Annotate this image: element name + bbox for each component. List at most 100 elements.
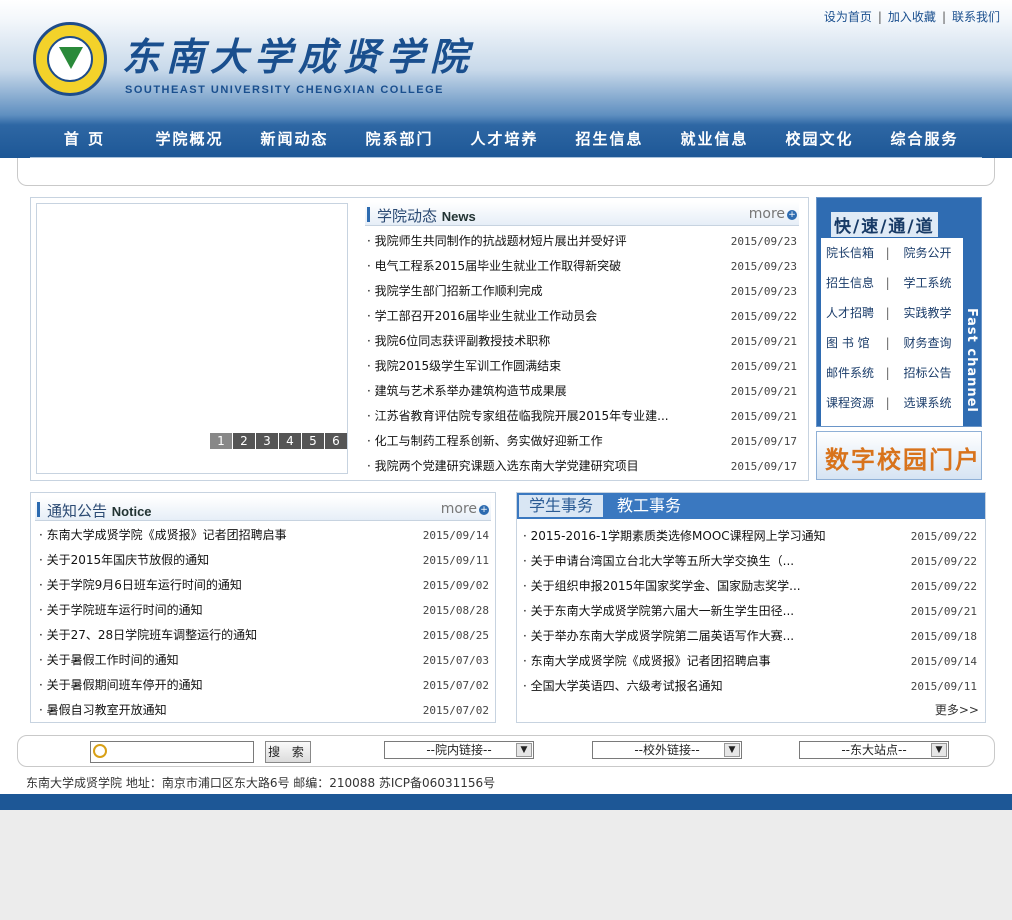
slide-page-1[interactable]: 1 — [209, 433, 232, 449]
university-seal-logo — [33, 22, 107, 96]
fast-link-course-select[interactable]: 选课系统 — [903, 388, 963, 418]
nav-education[interactable]: 人才培养 — [452, 124, 557, 157]
news-title: 学院动态 News — [377, 207, 476, 225]
fast-link-courses[interactable]: 课程资源 — [826, 388, 886, 418]
notice-list: · 东南大学成贤学院《成贤报》记者团招聘启事 2015/09/14 · 关于201… — [39, 523, 489, 723]
nav-home[interactable]: 首 页 — [32, 124, 137, 157]
news-header: 学院动态 News more + — [365, 202, 799, 226]
news-more-link[interactable]: more — [749, 206, 785, 222]
add-favorite-link[interactable]: 加入收藏 — [888, 10, 936, 24]
fast-link-practice-teaching[interactable]: 实践教学 — [903, 298, 963, 328]
fast-link-finance[interactable]: 财务查询 — [903, 328, 963, 358]
affairs-panel: 学生事务 教工事务 · 2015-2016-1学期素质类选修MOOC课程网上学习… — [516, 492, 986, 723]
list-item[interactable]: · 我院6位同志获评副教授技术职称 2015/09/21 — [367, 329, 797, 354]
banner-bar — [17, 158, 995, 186]
search-bar: 搜 索 --院内链接-- ▼ --校外链接-- ▼ --东大站点-- ▼ — [17, 735, 995, 767]
list-item[interactable]: · 关于2015年国庆节放假的通知 2015/09/11 — [39, 548, 489, 573]
affairs-list: · 2015-2016-1学期素质类选修MOOC课程网上学习通知 2015/09/… — [523, 524, 977, 699]
list-item[interactable]: · 我院2015级学生军训工作圆满结束 2015/09/21 — [367, 354, 797, 379]
list-item[interactable]: · 关于暑假期间班车停开的通知 2015/07/02 — [39, 673, 489, 698]
tab-staff-affairs[interactable]: 教工事务 — [607, 495, 692, 517]
nav-services[interactable]: 综合服务 — [872, 124, 977, 157]
fast-channel-side-label: Fast channel — [964, 308, 979, 413]
fast-row: 院长信箱 | 院务公开 — [821, 238, 963, 268]
notice-header: 通知公告 Notice more + — [35, 497, 491, 521]
nav-campus-culture[interactable]: 校园文化 — [767, 124, 872, 157]
list-item[interactable]: · 化工与制药工程系创新、务实做好迎新工作 2015/09/17 — [367, 429, 797, 454]
list-item[interactable]: · 东南大学成贤学院《成贤报》记者团招聘启事 2015/09/14 — [39, 523, 489, 548]
list-item[interactable]: · 学工部召开2016届毕业生就业工作动员会 2015/09/22 — [367, 304, 797, 329]
fast-link-recruitment[interactable]: 人才招聘 — [826, 298, 886, 328]
list-item[interactable]: · 全国大学英语四、六级考试报名通知 2015/09/11 — [523, 674, 977, 699]
fast-link-library[interactable]: 图 书 馆 — [826, 328, 886, 358]
college-name-english: SOUTHEAST UNIVERSITY CHENGXIAN COLLEGE — [125, 84, 444, 96]
contact-us-link[interactable]: 联系我们 — [952, 10, 1000, 24]
fast-channel-links: 院长信箱 | 院务公开 招生信息 | 学工系统 人才招聘 | 实践教学 图 书 馆 | 财务查询… — [821, 238, 963, 426]
nav-news[interactable]: 新闻动态 — [242, 124, 347, 157]
nav-employment[interactable]: 就业信息 — [662, 124, 767, 157]
list-item[interactable]: · 我院师生共同制作的抗战题材短片展出并受好评 2015/09/23 — [367, 229, 797, 254]
slide-page-4[interactable]: 4 — [278, 433, 301, 449]
main-nav: 首 页 学院概况 新闻动态 院系部门 人才培养 招生信息 就业信息 校园文化 综… — [32, 124, 980, 157]
footer-info: 东南大学成贤学院 地址：南京市浦口区东大路6号 邮编：210088 苏ICP备0… — [26, 776, 496, 790]
fast-link-tender[interactable]: 招标公告 — [903, 358, 963, 388]
list-item[interactable]: · 我院学生部门招新工作顺利完成 2015/09/23 — [367, 279, 797, 304]
site-header: 东南大学成贤学院 SOUTHEAST UNIVERSITY CHENGXIAN … — [0, 0, 1012, 158]
internal-links-select[interactable]: --院内链接-- ▼ — [384, 741, 534, 759]
footer-band — [0, 794, 1012, 810]
chevron-down-icon: ▼ — [516, 743, 532, 757]
affairs-more-link[interactable]: 更多>> — [935, 701, 979, 718]
digital-campus-portal-button[interactable]: 数字校园门户 — [816, 431, 982, 480]
list-item[interactable]: · 关于暑假工作时间的通知 2015/07/03 — [39, 648, 489, 673]
slide-page-2[interactable]: 2 — [232, 433, 255, 449]
nav-departments[interactable]: 院系部门 — [347, 124, 452, 157]
fast-row: 人才招聘 | 实践教学 — [821, 298, 963, 328]
fast-link-mail[interactable]: 邮件系统 — [826, 358, 886, 388]
notice-title: 通知公告 Notice — [47, 502, 152, 520]
list-item[interactable]: · 暑假自习教室开放通知 2015/07/02 — [39, 698, 489, 723]
seu-sites-select[interactable]: --东大站点-- ▼ — [799, 741, 949, 759]
chevron-down-icon: ▼ — [724, 743, 740, 757]
list-item[interactable]: · 电气工程系2015届毕业生就业工作取得新突破 2015/09/23 — [367, 254, 797, 279]
affairs-tabs: 学生事务 教工事务 — [517, 493, 985, 519]
slide-page-5[interactable]: 5 — [301, 433, 324, 449]
list-item[interactable]: · 关于学院9月6日班车运行时间的通知 2015/09/02 — [39, 573, 489, 598]
slideshow-pager: 1 2 3 4 5 6 — [209, 433, 347, 449]
list-item[interactable]: · 关于学院班车运行时间的通知 2015/08/28 — [39, 598, 489, 623]
notice-panel: 通知公告 Notice more + · 东南大学成贤学院《成贤报》记者团招聘启… — [30, 492, 496, 723]
list-item[interactable]: · 关于申请台湾国立台北大学等五所大学交换生（... 2015/09/22 — [523, 549, 977, 574]
fast-row: 课程资源 | 选课系统 — [821, 388, 963, 418]
slide-page-6[interactable]: 6 — [324, 433, 347, 449]
list-item[interactable]: · 江苏省教育评估院专家组莅临我院开展2015年专业建... 2015/09/21 — [367, 404, 797, 429]
search-input[interactable] — [90, 741, 254, 763]
fast-link-president-mailbox[interactable]: 院长信箱 — [826, 238, 886, 268]
list-item[interactable]: · 2015-2016-1学期素质类选修MOOC课程网上学习通知 2015/09/… — [523, 524, 977, 549]
fast-link-student-system[interactable]: 学工系统 — [903, 268, 963, 298]
list-item[interactable]: · 建筑与艺术系举办建筑构造节成果展 2015/09/21 — [367, 379, 797, 404]
plus-icon: + — [787, 210, 797, 220]
list-item[interactable]: · 东南大学成贤学院《成贤报》记者团招聘启事 2015/09/14 — [523, 649, 977, 674]
news-list: · 我院师生共同制作的抗战题材短片展出并受好评 2015/09/23 · 电气工程… — [367, 229, 797, 479]
list-item[interactable]: · 关于27、28日学院班车调整运行的通知 2015/08/25 — [39, 623, 489, 648]
search-button[interactable]: 搜 索 — [265, 741, 311, 763]
list-item[interactable]: · 我院两个党建研究课题入选东南大学党建研究项目 2015/09/17 — [367, 454, 797, 479]
slide-page-3[interactable]: 3 — [255, 433, 278, 449]
fast-row: 图 书 馆 | 财务查询 — [821, 328, 963, 358]
notice-more-link[interactable]: more — [441, 501, 477, 517]
fast-link-admissions[interactable]: 招生信息 — [826, 268, 886, 298]
slideshow: 1 2 3 4 5 6 — [36, 203, 348, 474]
fast-row: 邮件系统 | 招标公告 — [821, 358, 963, 388]
list-item[interactable]: · 关于东南大学成贤学院第六届大一新生学生田径... 2015/09/21 — [523, 599, 977, 624]
set-homepage-link[interactable]: 设为首页 — [824, 10, 872, 24]
fast-link-affairs-public[interactable]: 院务公开 — [903, 238, 963, 268]
chevron-down-icon: ▼ — [931, 743, 947, 757]
fast-channel: 快/速/通/道 Fast channel 院长信箱 | 院务公开 招生信息 | 学工系统… — [816, 197, 982, 427]
nav-admissions[interactable]: 招生信息 — [557, 124, 662, 157]
list-item[interactable]: · 关于组织申报2015年国家奖学金、国家励志奖学... 2015/09/22 — [523, 574, 977, 599]
tab-student-affairs[interactable]: 学生事务 — [519, 495, 604, 517]
list-item[interactable]: · 关于举办东南大学成贤学院第二届英语写作大赛... 2015/09/18 — [523, 624, 977, 649]
search-icon — [93, 744, 107, 758]
college-name-logo: 东南大学成贤学院 — [122, 34, 475, 79]
external-links-select[interactable]: --校外链接-- ▼ — [592, 741, 742, 759]
nav-about[interactable]: 学院概况 — [137, 124, 242, 157]
